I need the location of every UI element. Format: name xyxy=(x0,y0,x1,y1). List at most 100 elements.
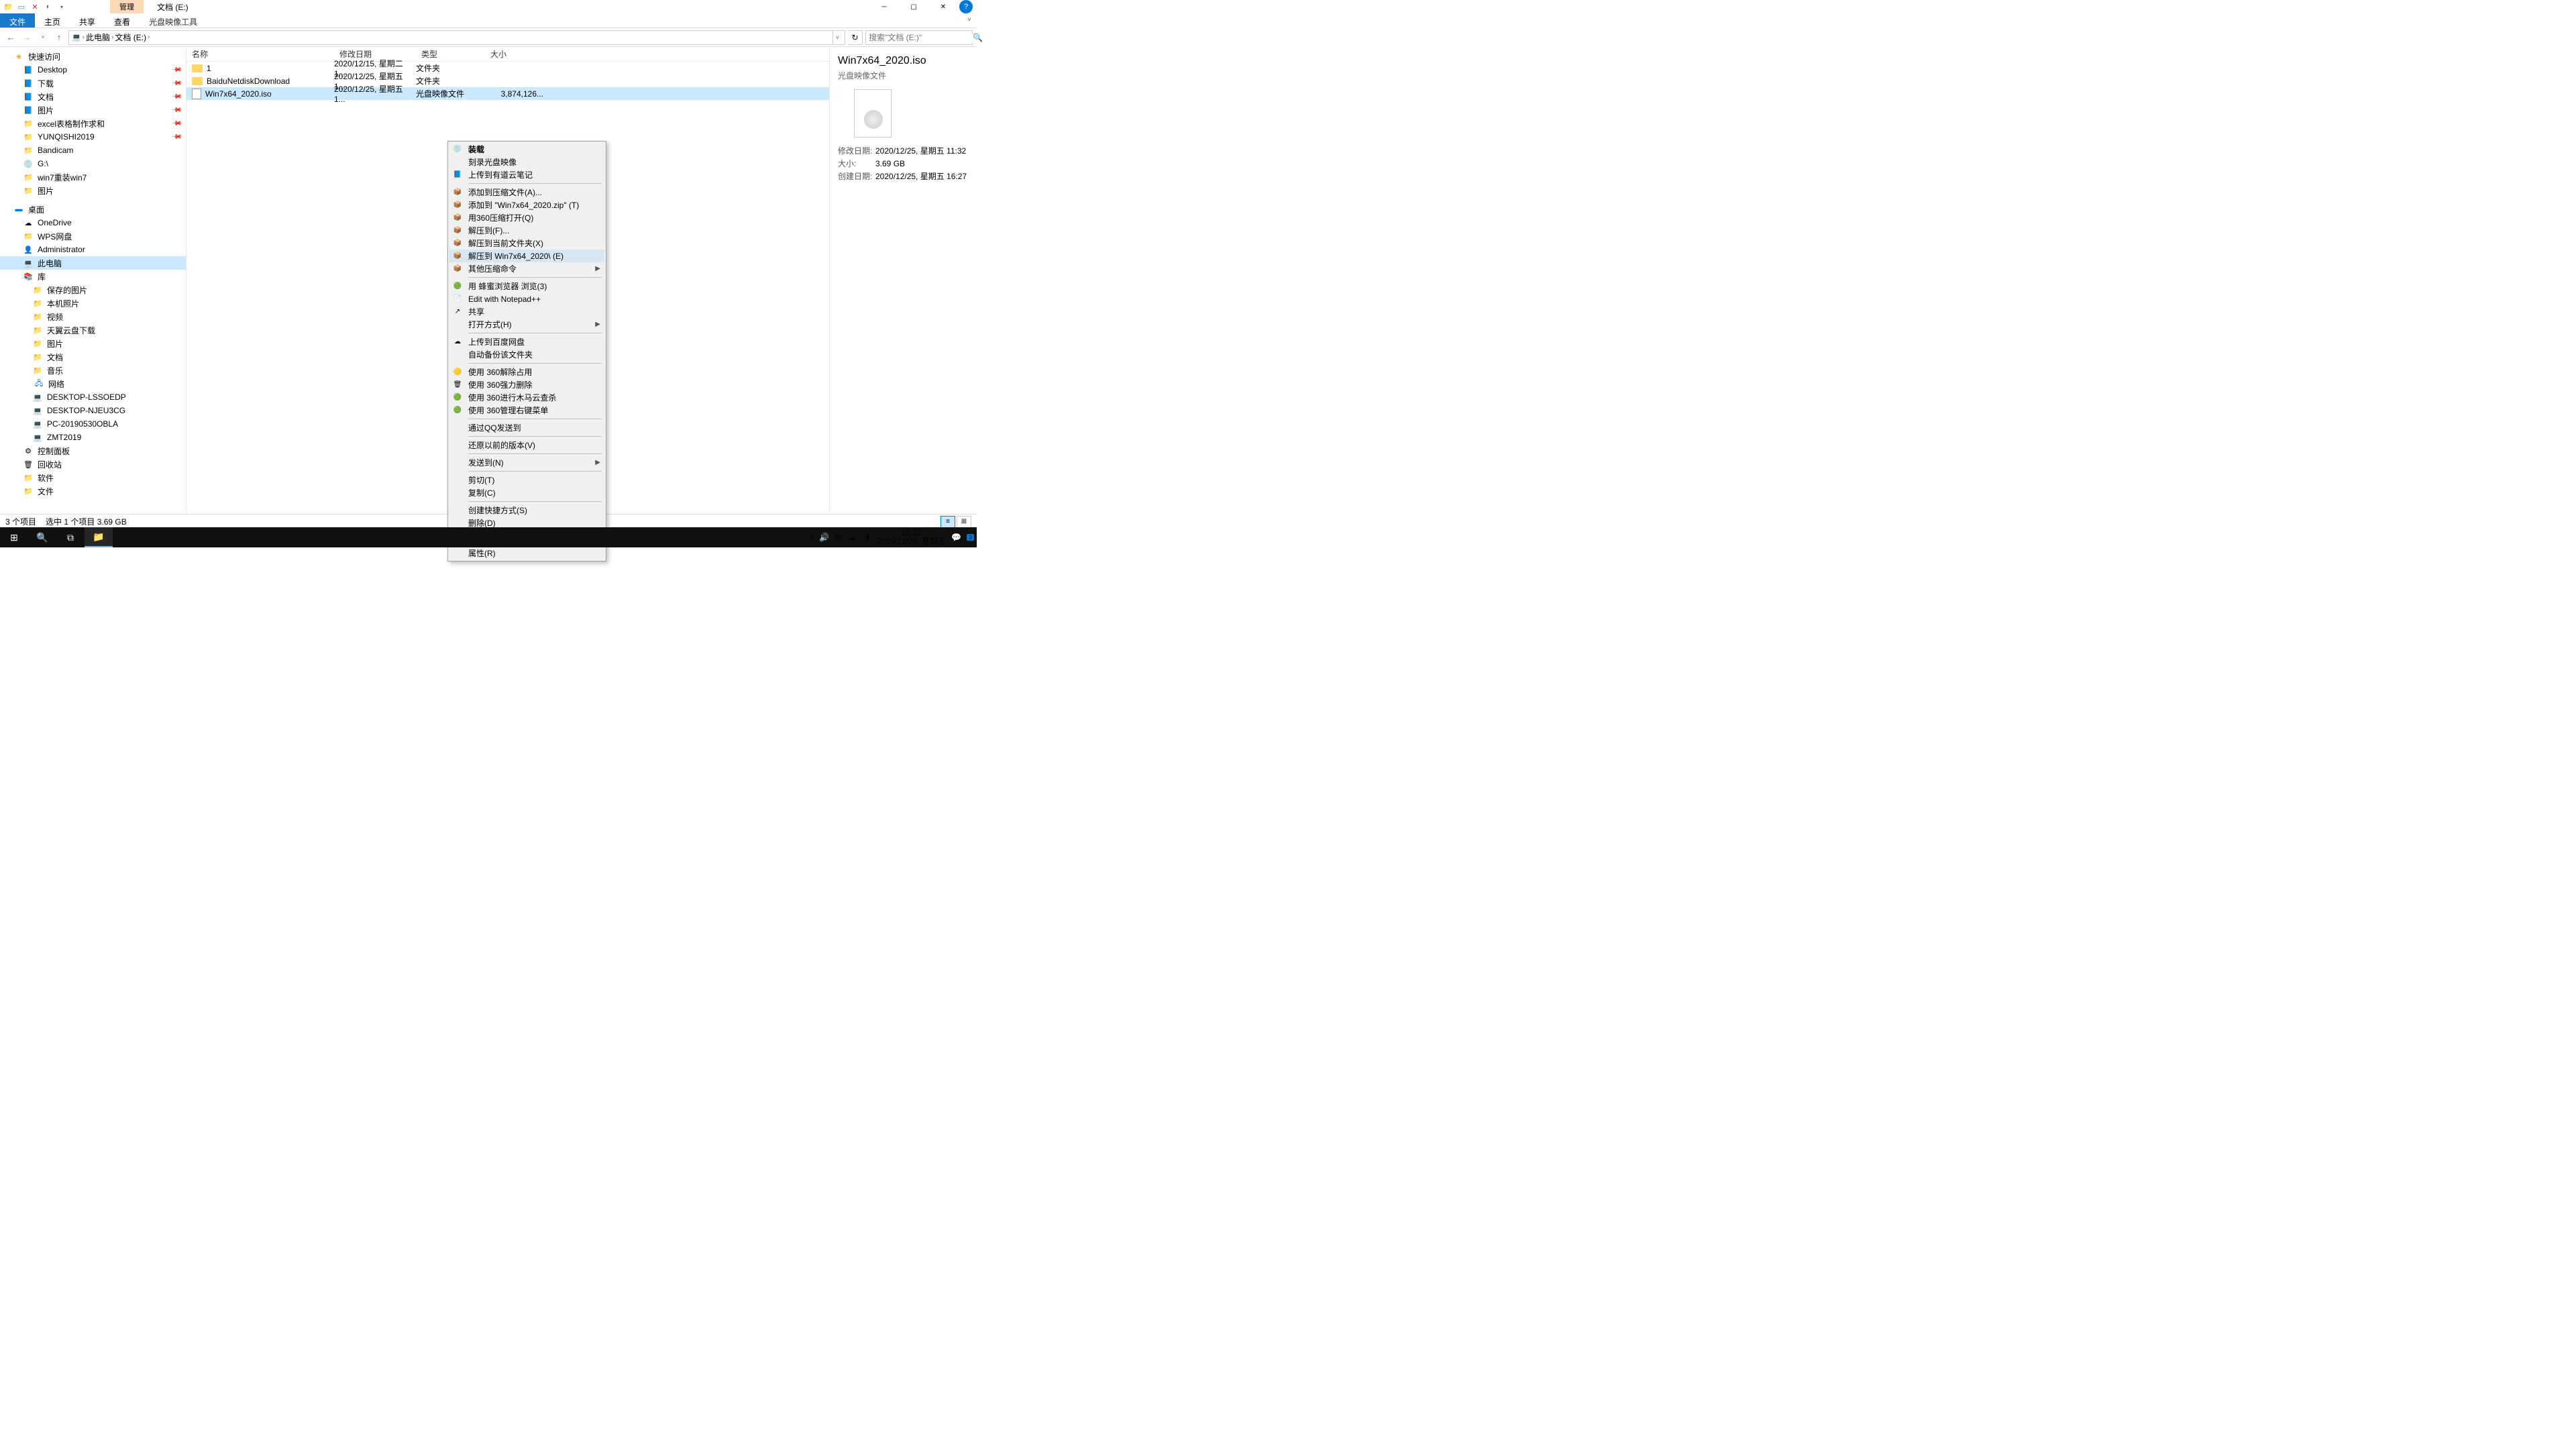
tree-network[interactable]: 🖧 网络 xyxy=(0,377,186,390)
tree-item[interactable]: 📁本机照片 xyxy=(0,297,186,310)
tree-item[interactable]: 📁excel表格制作求和📌 xyxy=(0,117,186,130)
search-box[interactable]: 🔍 xyxy=(865,30,973,45)
qat-close-icon[interactable]: ✕ xyxy=(30,1,40,12)
menu-item[interactable]: 📦用360压缩打开(Q) xyxy=(449,211,604,224)
menu-item[interactable]: 💿装载 xyxy=(449,143,604,156)
menu-item[interactable]: 打开方式(H)▶ xyxy=(449,318,604,331)
tree-item[interactable]: 💻DESKTOP-LSSOEDP xyxy=(0,390,186,404)
menu-item[interactable]: 📘上传到有道云笔记 xyxy=(449,168,604,181)
tray-chevron-icon[interactable]: ˄ xyxy=(809,533,814,542)
onedrive-tray-icon[interactable]: ☁ xyxy=(848,533,856,542)
qat-new-icon[interactable]: ◐ xyxy=(43,1,54,12)
menu-item[interactable]: 复制(C) xyxy=(449,486,604,499)
col-name[interactable]: 名称 xyxy=(186,48,334,60)
tree-item[interactable]: 📁WPS网盘 xyxy=(0,229,186,243)
tree-item[interactable]: ☁OneDrive xyxy=(0,216,186,229)
tree-item[interactable]: 💻PC-20190530OBLA xyxy=(0,417,186,431)
tree-item[interactable]: 🗑回收站 xyxy=(0,458,186,471)
breadcrumb[interactable]: 💻 › 此电脑 › 文档 (E:) › ˅ xyxy=(68,30,845,45)
menu-item[interactable]: 🟢用 蜂蜜浏览器 浏览(3) xyxy=(449,280,604,292)
tree-item[interactable]: 📘图片📌 xyxy=(0,103,186,117)
context-tab-manage[interactable]: 管理 xyxy=(110,0,144,13)
tab-view[interactable]: 查看 xyxy=(105,13,140,28)
menu-item[interactable]: 🟡使用 360解除占用 xyxy=(449,366,604,378)
qat-dropdown-icon[interactable]: ▾ xyxy=(56,1,67,12)
tree-item[interactable]: 📁Bandicam xyxy=(0,144,186,157)
tree-item[interactable]: 📁软件 xyxy=(0,471,186,484)
close-button[interactable]: ✕ xyxy=(928,0,958,13)
start-button[interactable]: ⊞ xyxy=(0,527,28,547)
menu-item[interactable]: 发送到(N)▶ xyxy=(449,456,604,469)
menu-item[interactable]: 📦添加到 "Win7x64_2020.zip" (T) xyxy=(449,199,604,211)
menu-item[interactable]: 📦其他压缩命令▶ xyxy=(449,262,604,275)
tab-file[interactable]: 文件 xyxy=(0,13,35,28)
col-type[interactable]: 类型 xyxy=(416,48,485,60)
chevron-right-icon[interactable]: › xyxy=(83,34,85,41)
tree-item[interactable]: 📁文档 xyxy=(0,350,186,364)
menu-item[interactable]: 通过QQ发送到 xyxy=(449,421,604,434)
minimize-button[interactable]: ─ xyxy=(869,0,899,13)
tree-item[interactable]: 📁保存的图片 xyxy=(0,283,186,297)
tree-item[interactable]: 📚库 xyxy=(0,270,186,283)
tree-item[interactable]: 📘下载📌 xyxy=(0,76,186,90)
tab-disc-tools[interactable]: 光盘映像工具 xyxy=(140,13,207,28)
menu-item[interactable]: 🗑使用 360强力删除 xyxy=(449,378,604,391)
tree-item[interactable]: 📁图片 xyxy=(0,184,186,197)
file-row[interactable]: Win7x64_2020.iso2020/12/25, 星期五 1...光盘映像… xyxy=(186,87,829,100)
chevron-right-icon[interactable]: › xyxy=(148,34,150,41)
tree-item[interactable]: 📁图片 xyxy=(0,337,186,350)
explorer-taskbar-button[interactable]: 📁 xyxy=(85,527,113,547)
task-view-button[interactable]: ⧉ xyxy=(56,527,85,547)
file-list[interactable]: 名称 修改日期 类型 大小 12020/12/15, 星期二 1...文件夹Ba… xyxy=(186,47,829,514)
tree-item[interactable]: 📁文件 xyxy=(0,484,186,498)
ribbon-expand-icon[interactable]: ˅ xyxy=(962,13,977,28)
security-tray-icon[interactable]: 🛡 xyxy=(861,533,871,542)
tab-share[interactable]: 共享 xyxy=(70,13,105,28)
tree-item[interactable]: 💻此电脑 xyxy=(0,256,186,270)
menu-item[interactable]: 还原以前的版本(V) xyxy=(449,439,604,451)
menu-item[interactable]: 刻录光盘映像 xyxy=(449,156,604,168)
qat-props-icon[interactable]: ▭ xyxy=(16,1,27,12)
menu-item[interactable]: 📦解压到当前文件夹(X) xyxy=(449,237,604,250)
menu-item[interactable]: 🟢使用 360管理右键菜单 xyxy=(449,404,604,417)
ime-indicator[interactable]: 中 xyxy=(835,532,843,543)
tab-home[interactable]: 主页 xyxy=(35,13,70,28)
up-button[interactable]: ↑ xyxy=(52,31,66,44)
tree-item[interactable]: 📁win7重装win7 xyxy=(0,170,186,184)
tree-item[interactable]: ⚙控制面板 xyxy=(0,444,186,458)
menu-item[interactable]: 📦解压到 Win7x64_2020\ (E) xyxy=(449,250,604,262)
view-details-button[interactable]: ≡ xyxy=(941,516,955,528)
clock[interactable]: 16:32 2020/12/25, 星期五 xyxy=(877,529,946,546)
refresh-button[interactable]: ↻ xyxy=(848,30,863,45)
tree-item[interactable]: 📁音乐 xyxy=(0,364,186,377)
menu-item[interactable]: 创建快捷方式(S) xyxy=(449,504,604,517)
forward-button[interactable]: → xyxy=(20,31,34,44)
search-input[interactable] xyxy=(869,33,973,42)
tree-item[interactable]: 👤Administrator xyxy=(0,243,186,256)
chevron-right-icon[interactable]: › xyxy=(111,34,113,41)
tree-quick-access[interactable]: ★ 快速访问 xyxy=(0,50,186,63)
file-row[interactable]: BaiduNetdiskDownload2020/12/25, 星期五 1...… xyxy=(186,74,829,87)
tree-item[interactable]: 📁YUNQISHI2019📌 xyxy=(0,130,186,144)
help-button[interactable]: ? xyxy=(959,0,973,13)
breadcrumb-location[interactable]: 文档 (E:) xyxy=(115,32,146,43)
breadcrumb-dropdown-icon[interactable]: ˅ xyxy=(833,31,842,44)
col-size[interactable]: 大小 xyxy=(485,48,549,60)
tree-item[interactable]: 💻DESKTOP-NJEU3CG xyxy=(0,404,186,417)
menu-item[interactable]: 属性(R) xyxy=(449,547,604,559)
tree-desktop[interactable]: ▬ 桌面 xyxy=(0,203,186,216)
menu-item[interactable]: 📦解压到(F)... xyxy=(449,224,604,237)
maximize-button[interactable]: ▢ xyxy=(899,0,928,13)
recent-dropdown-icon[interactable]: ˅ xyxy=(36,31,50,44)
menu-item[interactable]: ↗共享 xyxy=(449,305,604,318)
menu-item[interactable]: 🟢使用 360进行木马云查杀 xyxy=(449,391,604,404)
back-button[interactable]: ← xyxy=(4,31,17,44)
action-center-icon[interactable]: 💬 xyxy=(951,533,961,542)
tree-item[interactable]: 💿G:\ xyxy=(0,157,186,170)
tree-item[interactable]: 📁天翼云盘下载 xyxy=(0,323,186,337)
menu-item[interactable]: ☁上传到百度网盘 xyxy=(449,335,604,348)
tree-item[interactable]: 📘Desktop📌 xyxy=(0,63,186,76)
tree-item[interactable]: 💻ZMT2019 xyxy=(0,431,186,444)
menu-item[interactable]: 剪切(T) xyxy=(449,474,604,486)
breadcrumb-pc[interactable]: 此电脑 xyxy=(86,32,110,43)
